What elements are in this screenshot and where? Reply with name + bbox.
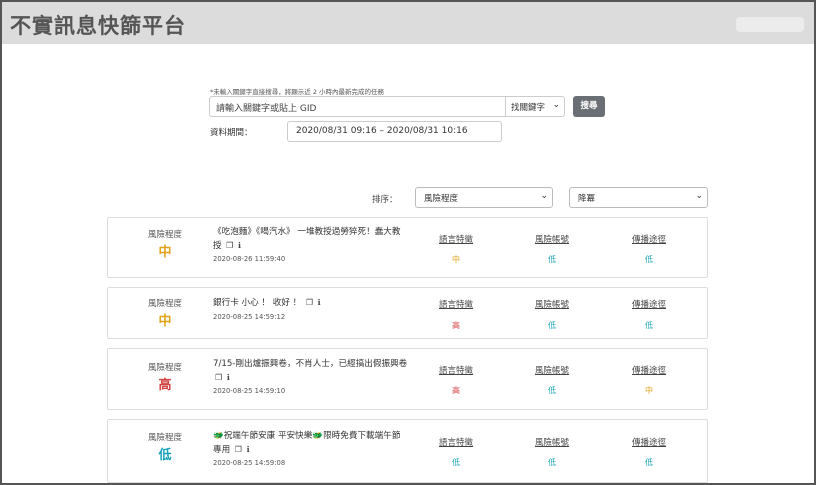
sort-order-value: 降冪 (578, 194, 596, 204)
card-date: 2020-08-25 14:59:08 (213, 459, 286, 467)
risk-label: 風險程度 (147, 299, 182, 309)
feature-header[interactable]: 語言特徵 (426, 233, 486, 245)
info-icon[interactable]: ℹ (244, 445, 249, 454)
card-date: 2020-08-26 11:59:40 (213, 255, 286, 263)
path-header[interactable]: 傳播途徑 (619, 364, 679, 376)
path-header[interactable]: 傳播途徑 (619, 233, 679, 245)
card-title-text: 銀行卡 小心 ！ 收好 ！ (213, 298, 302, 308)
account-value: 低 (548, 458, 556, 467)
top-header: 不實訊息快篩平台 (2, 2, 814, 44)
account-value: 低 (548, 321, 556, 330)
card-title-text: 《吃泡麵》《喝汽水》 一堆教授過勞猝死！蠢大教授 (213, 227, 401, 251)
account-value: 低 (548, 255, 556, 264)
info-icon[interactable]: ℹ (315, 298, 321, 307)
brand-title[interactable]: 不實訊息快篩平台 (10, 10, 186, 40)
period-label: 資料期間： (210, 128, 253, 138)
path-header[interactable]: 傳播途徑 (619, 436, 679, 448)
feature-value: 中 (452, 255, 460, 264)
feature-value: 低 (452, 458, 460, 467)
risk-label: 風險程度 (147, 363, 182, 373)
copy-icon[interactable]: ❐ (232, 445, 242, 454)
result-card[interactable]: 風險程度 中 銀行卡 小心 ！ 收好 ！ ❐ ℹ 2020-08-25 14:5… (107, 287, 708, 339)
risk-level: 高 (158, 378, 172, 393)
account-header[interactable]: 風險帳號 (522, 436, 582, 448)
result-card[interactable]: 風險程度 中 《吃泡麵》《喝汽水》 一堆教授過勞猝死！蠢大教授 ❐ ℹ 2020… (107, 217, 708, 278)
result-card[interactable]: 風險程度 低 🐲祝端午節安康 平安快樂🐲限時免費下載端午節專用 ❐ ℹ 2020… (107, 419, 708, 483)
search-input[interactable]: 請輸入關鍵字或貼上 GID (209, 96, 506, 117)
chevron-down-icon: ⌄ (695, 191, 703, 201)
risk-label: 風險程度 (147, 433, 182, 443)
sort-field-select[interactable]: 風險程度 ⌄ (415, 187, 553, 208)
card-date: 2020-08-25 14:59:10 (213, 387, 286, 395)
feature-header[interactable]: 語言特徵 (426, 298, 486, 310)
copy-icon[interactable]: ❐ (303, 298, 313, 307)
account-header[interactable]: 風險帳號 (522, 298, 582, 310)
search-button[interactable]: 搜尋 (573, 96, 605, 117)
card-title[interactable]: 《吃泡麵》《喝汽水》 一堆教授過勞猝死！蠢大教授 ❐ ℹ (213, 226, 408, 253)
path-header[interactable]: 傳播途徑 (619, 298, 679, 310)
card-title[interactable]: 🐲祝端午節安康 平安快樂🐲限時免費下載端午節專用 ❐ ℹ (213, 430, 408, 457)
search-mode-value: 找關鍵字 (511, 103, 546, 113)
card-title[interactable]: 7/15-剛出爐振興卷，不肖人士，已經搞出假振興卷 ❐ ℹ (213, 358, 408, 385)
info-icon[interactable]: ℹ (224, 373, 230, 382)
sort-field-value: 風險程度 (424, 194, 459, 204)
risk-label: 風險程度 (147, 230, 182, 240)
account-header[interactable]: 風險帳號 (522, 233, 582, 245)
chevron-down-icon: ⌄ (552, 100, 560, 110)
path-value: 低 (645, 321, 653, 330)
feature-value: 高 (452, 321, 460, 330)
card-title-text: 7/15-剛出爐振興卷，不肖人士，已經搞出假振興卷 (213, 359, 408, 369)
copy-icon[interactable]: ❐ (215, 373, 222, 382)
risk-level: 中 (158, 245, 172, 260)
account-value: 低 (548, 386, 556, 395)
risk-level: 中 (158, 314, 172, 329)
copy-icon[interactable]: ❐ (224, 241, 233, 250)
feature-header[interactable]: 語言特徵 (426, 364, 486, 376)
search-hint: *未輸入關鍵字直接搜尋，將顯示近 2 小時內最新完成的任務 (210, 88, 385, 96)
risk-level: 低 (158, 448, 172, 463)
sort-order-select[interactable]: 降冪 ⌄ (569, 187, 708, 208)
chevron-down-icon: ⌄ (540, 191, 548, 201)
period-input[interactable]: 2020/08/31 09:16 – 2020/08/31 10:16 (287, 121, 502, 142)
path-value: 中 (645, 386, 653, 395)
account-header[interactable]: 風險帳號 (522, 364, 582, 376)
result-card[interactable]: 風險程度 高 7/15-剛出爐振興卷，不肖人士，已經搞出假振興卷 ❐ ℹ 202… (107, 348, 708, 410)
feature-header[interactable]: 語言特徵 (426, 436, 486, 448)
user-menu[interactable] (736, 17, 804, 32)
search-mode-select[interactable]: 找關鍵字 ⌄ (505, 96, 565, 117)
path-value: 低 (645, 255, 653, 264)
path-value: 低 (645, 458, 653, 467)
feature-value: 高 (452, 386, 460, 395)
card-title[interactable]: 銀行卡 小心 ！ 收好 ！ ❐ ℹ (213, 296, 408, 310)
sort-label: 排序： (372, 195, 398, 205)
card-date: 2020-08-25 14:59:12 (213, 313, 286, 321)
info-icon[interactable]: ℹ (235, 241, 241, 250)
